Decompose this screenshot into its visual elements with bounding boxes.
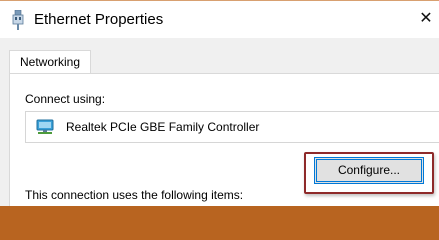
window-title: Ethernet Properties xyxy=(34,11,164,28)
adapter-field: Realtek PCIe GBE Family Controller xyxy=(25,111,439,143)
title-bar[interactable]: Ethernet Properties ✕ xyxy=(0,0,439,38)
connection-items-label: This connection uses the following items… xyxy=(25,188,244,202)
adapter-name: Realtek PCIe GBE Family Controller xyxy=(66,120,260,134)
connect-using-label: Connect using: xyxy=(25,92,106,106)
tab-networking[interactable]: Networking xyxy=(9,50,91,74)
close-icon[interactable]: ✕ xyxy=(414,7,438,31)
ethernet-properties-dialog: Ethernet Properties ✕ Networking Connect… xyxy=(0,0,439,206)
configure-button[interactable]: Configure... xyxy=(314,157,424,184)
tab-strip: Networking xyxy=(0,38,439,74)
network-card-icon xyxy=(36,119,54,135)
network-adapter-icon xyxy=(12,9,24,30)
